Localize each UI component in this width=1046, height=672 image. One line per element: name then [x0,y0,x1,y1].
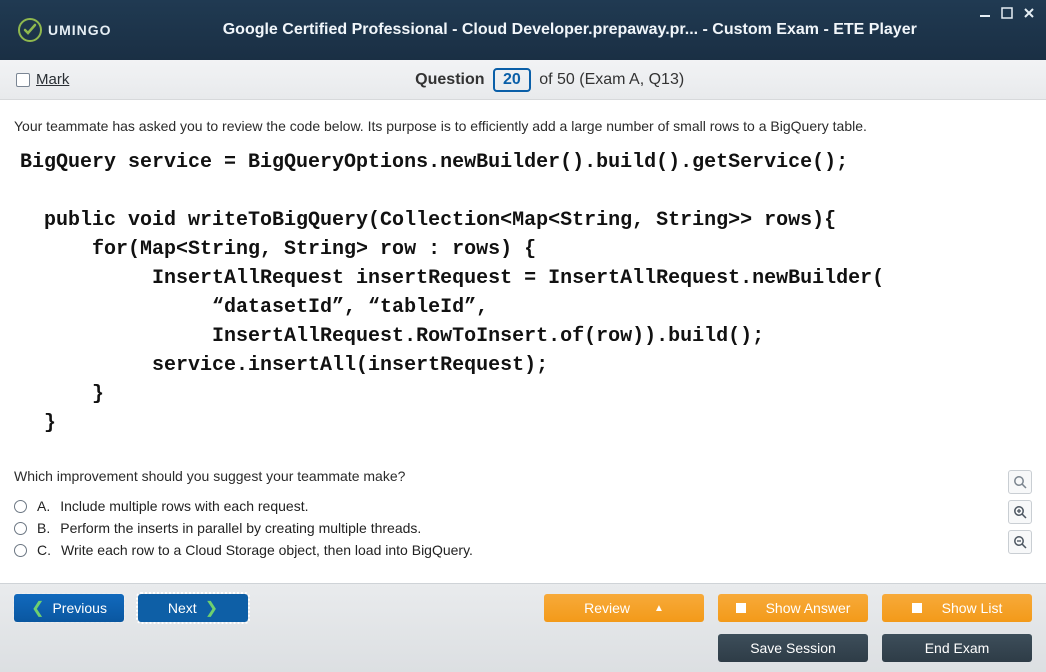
mark-toggle[interactable]: Mark [16,71,69,88]
window-title: Google Certified Professional - Cloud De… [112,21,1028,39]
radio-icon[interactable] [14,522,27,535]
mark-label: Mark [36,71,69,88]
check-icon [18,18,42,42]
chevron-right-icon: ❯ [205,598,218,618]
footer: ❮Previous Next❯ Review▲ Show Answer Show… [0,583,1046,672]
option-c[interactable]: C. Write each row to a Cloud Storage obj… [14,542,1032,558]
search-icon[interactable] [1008,470,1032,494]
close-icon[interactable] [1022,6,1036,20]
code-block: BigQuery service = BigQueryOptions.newBu… [20,148,1032,438]
question-prompt: Which improvement should you suggest you… [14,468,1032,484]
minimize-icon[interactable] [978,6,992,20]
zoom-tools [1008,470,1032,554]
footer-row-1: ❮Previous Next❯ Review▲ Show Answer Show… [14,594,1032,622]
show-answer-button[interactable]: Show Answer [718,594,868,622]
mark-checkbox[interactable] [16,73,30,87]
window-controls [978,6,1036,20]
current-question-number: 20 [493,68,531,92]
question-counter: Question 20 of 50 (Exam A, Q13) [69,68,1030,92]
app-logo: UMINGO [18,18,112,42]
maximize-icon[interactable] [1000,6,1014,20]
footer-row-2: Save Session End Exam [14,634,1032,662]
end-exam-button[interactable]: End Exam [882,634,1032,662]
question-header-bar: Mark Question 20 of 50 (Exam A, Q13) [0,60,1046,100]
answer-options: A. Include multiple rows with each reque… [14,498,1032,558]
option-b[interactable]: B. Perform the inserts in parallel by cr… [14,520,1032,536]
title-bar: UMINGO Google Certified Professional - C… [0,0,1046,60]
save-session-button[interactable]: Save Session [718,634,868,662]
previous-button[interactable]: ❮Previous [14,594,124,622]
triangle-up-icon: ▲ [654,603,664,614]
question-content: Your teammate has asked you to review th… [0,100,1046,583]
question-intro: Your teammate has asked you to review th… [14,118,1032,134]
chevron-left-icon: ❮ [31,598,44,618]
radio-icon[interactable] [14,500,27,513]
brand-text: UMINGO [48,22,112,38]
zoom-out-icon[interactable] [1008,530,1032,554]
review-button[interactable]: Review▲ [544,594,704,622]
square-icon [736,603,746,613]
square-icon [912,603,922,613]
radio-icon[interactable] [14,544,27,557]
option-a[interactable]: A. Include multiple rows with each reque… [14,498,1032,514]
zoom-in-icon[interactable] [1008,500,1032,524]
next-button[interactable]: Next❯ [138,594,248,622]
show-list-button[interactable]: Show List [882,594,1032,622]
